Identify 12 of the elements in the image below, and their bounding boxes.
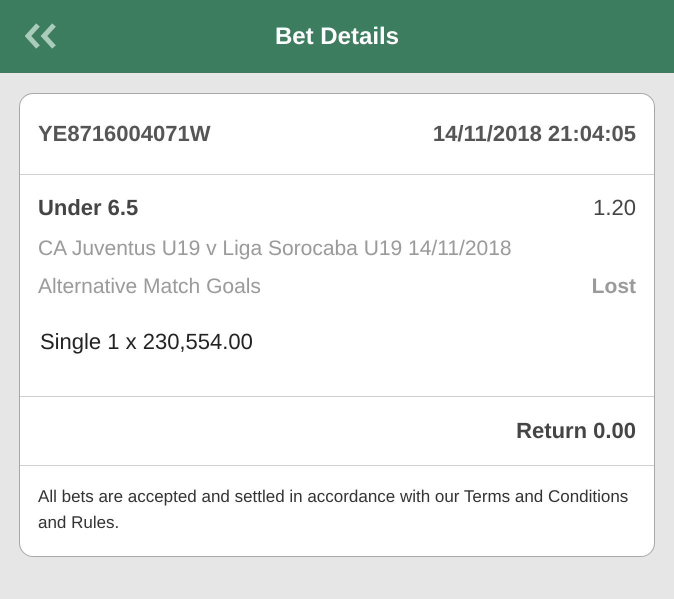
market-name: Alternative Match Goals [38, 275, 261, 299]
stake-text: Single 1 x 230,554.00 [39, 329, 253, 354]
bet-result: Lost [592, 275, 636, 299]
odds: 1.20 [593, 195, 636, 221]
page-title: Bet Details [274, 22, 400, 50]
terms-text: All bets are accepted and settled in accordance with our Terms and Conditions and Rules. [20, 465, 654, 556]
bet-reference: YE8716004071W [38, 121, 210, 147]
return-amount: Return 0.00 [516, 418, 636, 444]
bet-date: 14/11/2018 21:04:05 [432, 121, 636, 147]
event-name: CA Juventus U19 v Liga Sorocaba U19 14/11/2018 [38, 237, 512, 261]
selection-name: Under 6.5 [38, 195, 138, 221]
double-chevron-left-icon [25, 23, 59, 49]
